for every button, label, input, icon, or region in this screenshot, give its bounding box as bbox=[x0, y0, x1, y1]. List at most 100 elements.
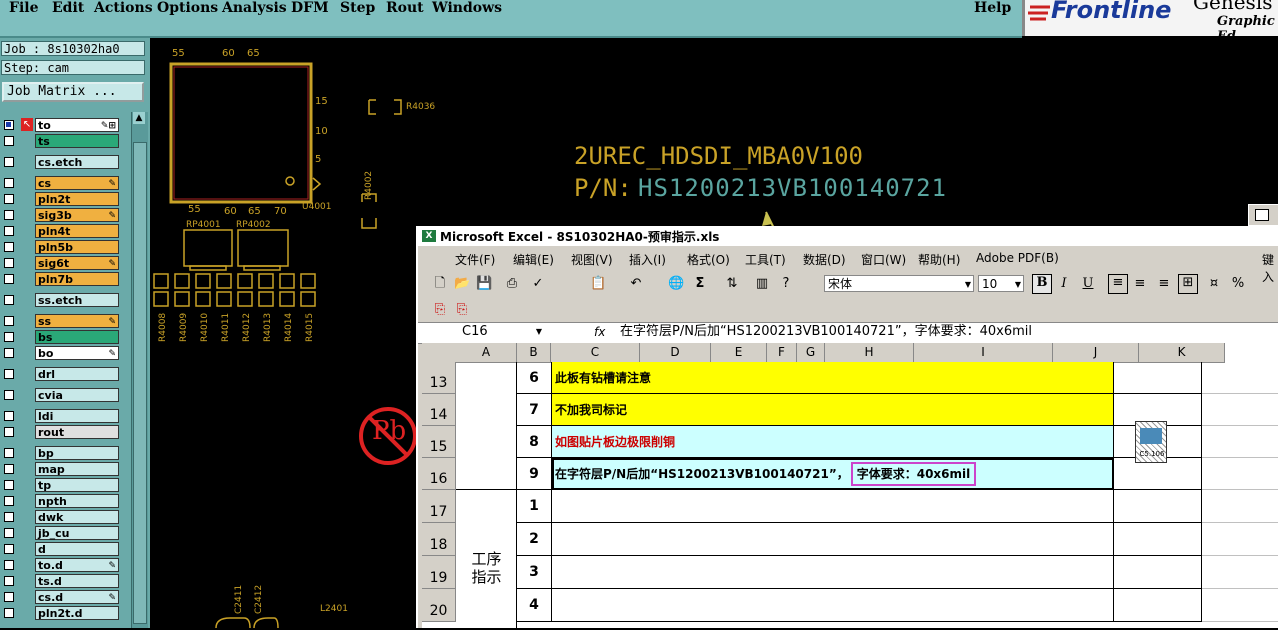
layer-name[interactable]: ts bbox=[35, 134, 119, 148]
layer-checkbox[interactable] bbox=[4, 210, 14, 220]
row-header-17[interactable]: 17 bbox=[422, 490, 456, 523]
row-header-14[interactable]: 14 bbox=[422, 394, 456, 426]
cell-k13[interactable] bbox=[1202, 362, 1278, 394]
column-header-H[interactable]: H bbox=[825, 343, 914, 363]
layer-name[interactable]: jb_cu bbox=[35, 526, 119, 540]
cell-b20[interactable]: 4 bbox=[517, 589, 552, 622]
layer-checkbox[interactable] bbox=[4, 274, 14, 284]
chart-icon[interactable]: ▥ bbox=[754, 276, 770, 292]
pdf-mail-icon[interactable]: ⎘ bbox=[454, 302, 470, 318]
font-name-select[interactable]: 宋体 ▼ bbox=[824, 275, 974, 292]
cell-k14[interactable] bbox=[1202, 394, 1278, 426]
menu-help[interactable]: Help bbox=[974, 0, 1011, 16]
layer-row-cvia[interactable]: cvia bbox=[1, 388, 119, 402]
layer-checkbox[interactable] bbox=[4, 480, 14, 490]
menu-step[interactable]: Step bbox=[340, 0, 375, 16]
row-header-19[interactable]: 19 bbox=[422, 556, 456, 589]
layer-name[interactable]: d bbox=[35, 542, 119, 556]
layer-checkbox[interactable] bbox=[4, 258, 14, 268]
select-all-corner[interactable] bbox=[422, 343, 457, 363]
layer-checkbox[interactable] bbox=[4, 592, 14, 602]
layer-checkbox[interactable] bbox=[4, 157, 14, 167]
column-header-G[interactable]: G bbox=[797, 343, 825, 363]
layer-name[interactable]: map bbox=[35, 462, 119, 476]
layer-name[interactable]: cs ✎ bbox=[35, 176, 119, 190]
layer-name[interactable]: bs bbox=[35, 330, 119, 344]
layer-name[interactable]: pln4t bbox=[35, 224, 119, 238]
column-header-C[interactable]: C bbox=[551, 343, 640, 363]
xl-menu-format[interactable]: 格式(O) bbox=[687, 251, 730, 268]
layer-row-d[interactable]: d bbox=[1, 542, 119, 556]
cell-j20[interactable] bbox=[1114, 589, 1202, 622]
spell-icon[interactable]: ✓ bbox=[530, 276, 546, 292]
cell-c18[interactable] bbox=[552, 523, 1114, 556]
cell-c15[interactable]: 如图贴片板边极限削铜 bbox=[552, 426, 1114, 458]
autosum-icon[interactable]: Σ bbox=[692, 276, 708, 292]
layer-row-ss-etch[interactable]: ss.etch bbox=[1, 293, 119, 307]
layer-row-to[interactable]: ↖ to ✎⊞ bbox=[1, 118, 119, 132]
cell-k15[interactable] bbox=[1202, 426, 1278, 458]
xl-menu-insert[interactable]: 插入(I) bbox=[629, 251, 666, 268]
layer-name[interactable]: bp bbox=[35, 446, 119, 460]
sort-icon[interactable]: ⇅ bbox=[724, 276, 740, 292]
layer-checkbox[interactable] bbox=[4, 544, 14, 554]
open-icon[interactable]: 📂 bbox=[454, 276, 470, 292]
layer-row-map[interactable]: map bbox=[1, 462, 119, 476]
layer-name[interactable]: ss ✎ bbox=[35, 314, 119, 328]
layer-row-pln5b[interactable]: pln5b bbox=[1, 240, 119, 254]
percent-button[interactable]: % bbox=[1230, 276, 1246, 292]
layer-checkbox[interactable] bbox=[4, 369, 14, 379]
cell-c13[interactable]: 此板有钻槽请注意 bbox=[552, 362, 1114, 394]
xl-menu-tools[interactable]: 工具(T) bbox=[745, 251, 786, 268]
layer-name[interactable]: rout bbox=[35, 425, 119, 439]
layer-name[interactable]: cs.etch bbox=[35, 155, 119, 169]
layer-name[interactable]: drl bbox=[35, 367, 119, 381]
layer-name[interactable]: bo ✎ bbox=[35, 346, 119, 360]
scroll-up-arrow-icon[interactable]: ▲ bbox=[133, 112, 145, 124]
layer-checkbox[interactable] bbox=[4, 608, 14, 618]
layer-row-pln4t[interactable]: pln4t bbox=[1, 224, 119, 238]
cell-k19[interactable] bbox=[1202, 556, 1278, 589]
layer-checkbox[interactable] bbox=[4, 136, 14, 146]
merge-center-icon[interactable]: ⊞ bbox=[1178, 274, 1198, 294]
cell-k16[interactable] bbox=[1202, 458, 1278, 490]
layer-checkbox[interactable] bbox=[4, 178, 14, 188]
layer-row-ss[interactable]: ss ✎ bbox=[1, 314, 119, 328]
layer-name[interactable]: pln2t bbox=[35, 192, 119, 206]
column-header-A[interactable]: A bbox=[456, 343, 517, 363]
hyperlink-icon[interactable]: 🌐 bbox=[668, 276, 684, 292]
layer-row-drl[interactable]: drl bbox=[1, 367, 119, 381]
font-size-select[interactable]: 10 ▼ bbox=[978, 275, 1024, 292]
pdf-icon[interactable]: ⎘ bbox=[432, 302, 448, 318]
layer-checkbox[interactable] bbox=[4, 348, 14, 358]
layer-checkbox[interactable] bbox=[4, 390, 14, 400]
cell-k20[interactable] bbox=[1202, 589, 1278, 622]
cell-b14[interactable]: 7 bbox=[517, 394, 552, 426]
menu-actions[interactable]: Actions bbox=[94, 0, 153, 16]
cell-b13[interactable]: 6 bbox=[517, 362, 552, 394]
layer-checkbox[interactable] bbox=[4, 411, 14, 421]
layer-checkbox[interactable] bbox=[4, 194, 14, 204]
xl-menu-window[interactable]: 窗口(W) bbox=[861, 251, 906, 268]
cell-a13[interactable] bbox=[456, 362, 517, 490]
layer-row-ts[interactable]: ts bbox=[1, 134, 119, 148]
layer-name[interactable]: cs.d ✎ bbox=[35, 590, 119, 604]
layer-row-pln7b[interactable]: pln7b bbox=[1, 272, 119, 286]
layer-row-cs-d[interactable]: cs.d ✎ bbox=[1, 590, 119, 604]
layer-name[interactable]: dwk bbox=[35, 510, 119, 524]
cell-j13[interactable] bbox=[1114, 362, 1202, 394]
layer-row-jb_cu[interactable]: jb_cu bbox=[1, 526, 119, 540]
align-left-icon[interactable]: ≡ bbox=[1108, 274, 1128, 294]
layer-checkbox[interactable] bbox=[4, 496, 14, 506]
xl-menu-view[interactable]: 视图(V) bbox=[571, 251, 613, 268]
selected-cell-c16[interactable] bbox=[552, 458, 1114, 490]
layer-checkbox[interactable] bbox=[4, 242, 14, 252]
cell-a17[interactable]: 工序 指示 bbox=[456, 490, 517, 630]
column-header-D[interactable]: D bbox=[640, 343, 711, 363]
new-icon[interactable]: 🗋 bbox=[432, 276, 448, 292]
layer-name[interactable]: ss.etch bbox=[35, 293, 119, 307]
layer-row-bp[interactable]: bp bbox=[1, 446, 119, 460]
column-header-J[interactable]: J bbox=[1053, 343, 1139, 363]
excel-title-bar[interactable]: X Microsoft Excel - 8S10302HA0-预审指示.xls bbox=[418, 226, 1278, 246]
help-icon[interactable]: ? bbox=[778, 276, 794, 292]
